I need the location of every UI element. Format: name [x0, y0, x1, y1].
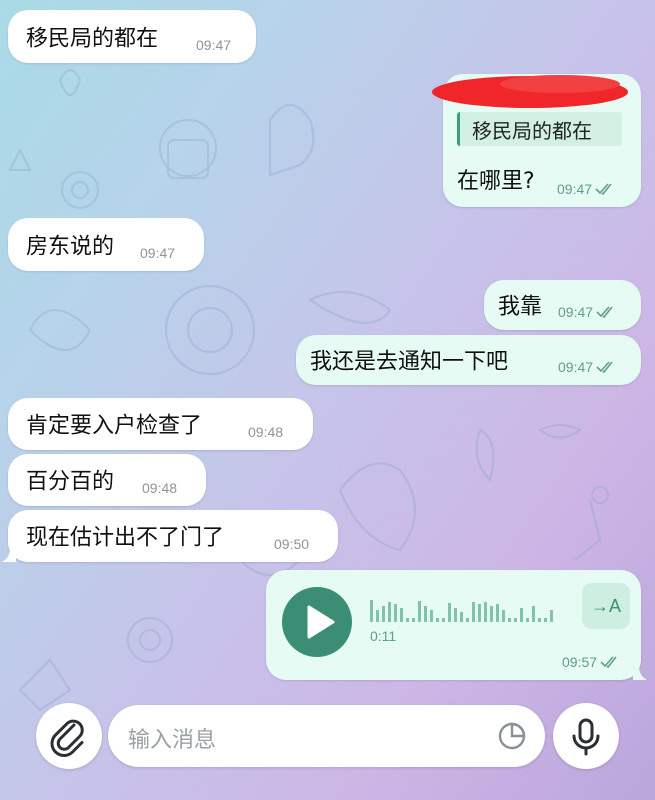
message-text: 移民局的都在 [26, 25, 159, 51]
message-input[interactable]: 输入消息 [108, 705, 545, 767]
message-time-text: 09:47 [557, 181, 593, 197]
play-icon [307, 605, 335, 639]
message-time: 09:48 [248, 424, 284, 440]
attach-button[interactable] [36, 703, 102, 769]
read-receipt-icon [595, 183, 612, 195]
message-time-text: 09:47 [558, 359, 594, 375]
message-time: 09:57 [562, 654, 620, 670]
paperclip-icon [50, 719, 84, 757]
sticker-icon[interactable] [496, 720, 528, 752]
message-text: 现在估计出不了门了 [26, 525, 225, 551]
reply-quote[interactable]: 移民局的都在 [457, 112, 622, 146]
incoming-message[interactable]: 移民局的都在 09:47 [8, 10, 256, 63]
message-text: 在哪里? [457, 169, 535, 194]
bubble-tail [633, 666, 647, 680]
microphone-icon [572, 718, 600, 756]
message-time: 09:47 [558, 304, 616, 320]
play-button[interactable] [282, 587, 352, 657]
outgoing-message[interactable]: 我靠 09:47 [484, 280, 641, 330]
message-time-text: 09:47 [558, 304, 594, 320]
message-time: 09:47 [140, 245, 176, 261]
message-input-placeholder: 输入消息 [128, 728, 217, 753]
message-time: 09:47 [196, 37, 232, 53]
incoming-message[interactable]: 房东说的 09:47 [8, 218, 204, 271]
incoming-message[interactable]: 现在估计出不了门了 09:50 [2, 510, 338, 562]
read-receipt-icon [596, 306, 613, 318]
incoming-message[interactable]: 肯定要入户检查了 09:48 [8, 398, 313, 450]
voice-duration: 0:11 [370, 628, 397, 644]
message-time: 09:47 [558, 359, 616, 375]
read-receipt-icon [596, 361, 613, 373]
transcribe-button[interactable]: →A [582, 583, 630, 629]
message-text: 肯定要入户检查了 [26, 413, 203, 439]
bubble-tail [2, 548, 16, 562]
message-time: 09:47 [557, 181, 615, 197]
message-time-text: 09:57 [562, 654, 598, 670]
incoming-message[interactable]: 百分百的 09:48 [8, 454, 206, 506]
outgoing-message[interactable]: 我还是去通知一下吧 09:47 [296, 335, 641, 385]
reply-quote-text: 移民局的都在 [472, 119, 592, 143]
message-text: 百分百的 [26, 469, 115, 495]
message-text: 房东说的 [26, 233, 115, 259]
voice-record-button[interactable] [553, 703, 619, 769]
voice-waveform[interactable] [370, 598, 566, 624]
read-receipt-icon [600, 656, 617, 668]
redaction-mark [432, 75, 628, 108]
message-text: 我还是去通知一下吧 [310, 349, 509, 375]
message-time: 09:50 [274, 536, 310, 552]
message-time: 09:48 [142, 480, 178, 496]
message-text: 我靠 [498, 294, 543, 320]
